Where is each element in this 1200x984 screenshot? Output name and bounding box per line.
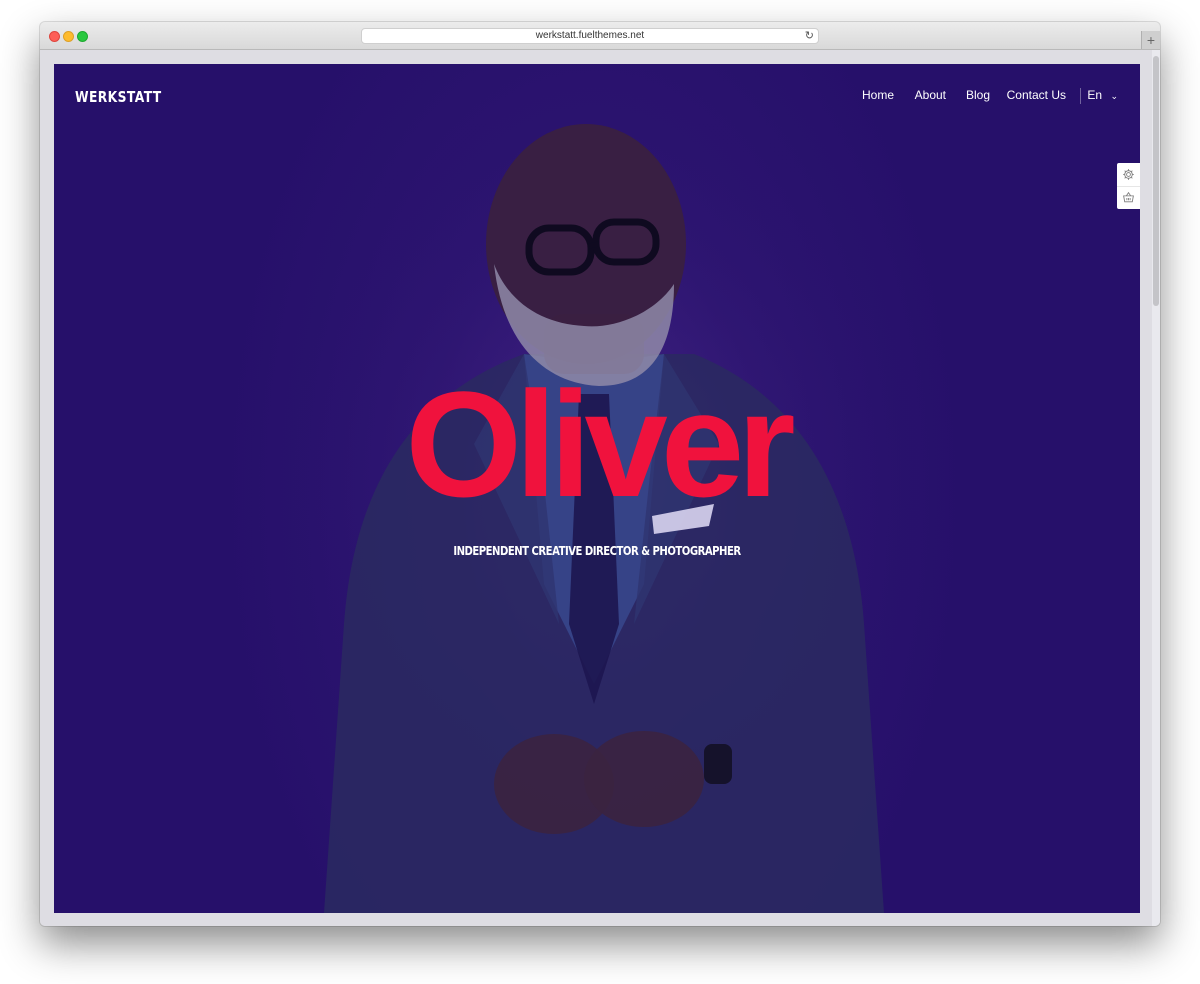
language-label: En (1087, 88, 1103, 102)
reload-icon[interactable]: ↻ (805, 29, 814, 43)
site-logo[interactable]: WERKSTATT (75, 88, 162, 106)
basket-icon[interactable] (1117, 186, 1140, 209)
zoom-window-button[interactable] (77, 31, 88, 42)
nav-item-contact-us[interactable]: Contact Us (1007, 88, 1066, 102)
browser-titlebar: werkstatt.fuelthemes.net ↻ + (40, 22, 1160, 50)
hero-section: WERKSTATT Home About Blog Contact Us En … (54, 64, 1140, 913)
browser-window: werkstatt.fuelthemes.net ↻ + WERKSTATT H… (40, 22, 1160, 926)
nav-item-home[interactable]: Home (862, 88, 894, 102)
address-bar[interactable]: werkstatt.fuelthemes.net ↻ (361, 28, 819, 44)
hero-subtitle-wrap: INDEPENDENT CREATIVE DIRECTOR & PHOTOGRA… (54, 544, 1140, 558)
scrollbar-thumb[interactable] (1153, 56, 1159, 306)
minimize-window-button[interactable] (63, 31, 74, 42)
nav-divider (1080, 88, 1081, 104)
page-scrollbar[interactable] (1152, 50, 1160, 926)
page-viewport: WERKSTATT Home About Blog Contact Us En … (40, 50, 1160, 926)
hero-subtitle: INDEPENDENT CREATIVE DIRECTOR & PHOTOGRA… (453, 544, 741, 558)
chevron-down-icon: ⌄ (1110, 91, 1118, 101)
plus-icon[interactable]: + (1141, 31, 1160, 49)
side-tools-panel (1117, 163, 1140, 209)
close-window-button[interactable] (49, 31, 60, 42)
hero-title: Oliver (405, 360, 795, 528)
address-bar-url: werkstatt.fuelthemes.net (535, 30, 645, 41)
language-selector[interactable]: En ⌄ (1087, 88, 1118, 102)
nav-item-blog[interactable]: Blog (966, 88, 990, 102)
nav-item-about[interactable]: About (915, 88, 946, 102)
gear-icon[interactable] (1117, 163, 1140, 187)
